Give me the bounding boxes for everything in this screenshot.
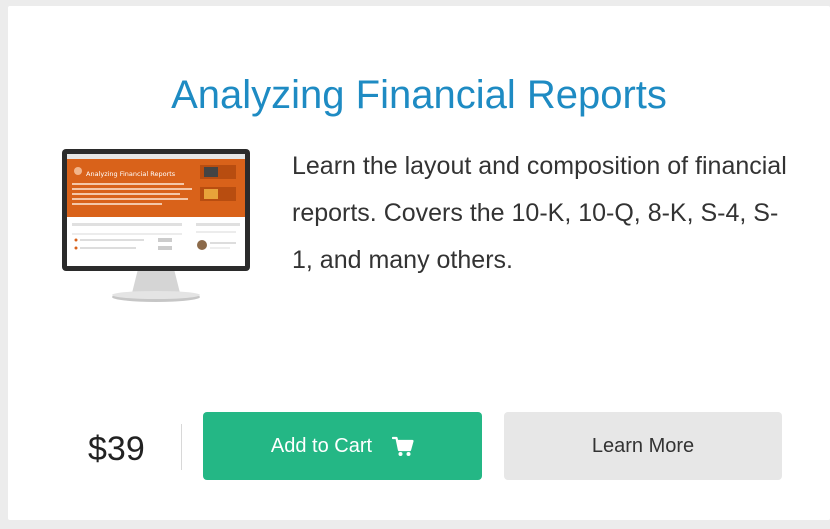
learn-more-label: Learn More bbox=[591, 434, 695, 457]
product-monitor-image: Analyzing Financial Reports bbox=[62, 149, 250, 302]
learn-more-button[interactable]: Learn More bbox=[504, 412, 782, 480]
product-price: $39 bbox=[88, 430, 145, 468]
product-card: Analyzing Financial Reports Analyzing Fi… bbox=[8, 6, 830, 520]
price-divider bbox=[181, 424, 182, 470]
product-description: Learn the layout and composition of fina… bbox=[292, 152, 787, 274]
shopping-cart-icon bbox=[392, 436, 414, 456]
add-to-cart-label: Add to Cart bbox=[270, 434, 373, 457]
screen-course-title: Analyzing Financial Reports bbox=[86, 170, 176, 178]
product-title: Analyzing Financial Reports bbox=[171, 73, 667, 117]
add-to-cart-button[interactable]: Add to Cart bbox=[203, 412, 482, 480]
